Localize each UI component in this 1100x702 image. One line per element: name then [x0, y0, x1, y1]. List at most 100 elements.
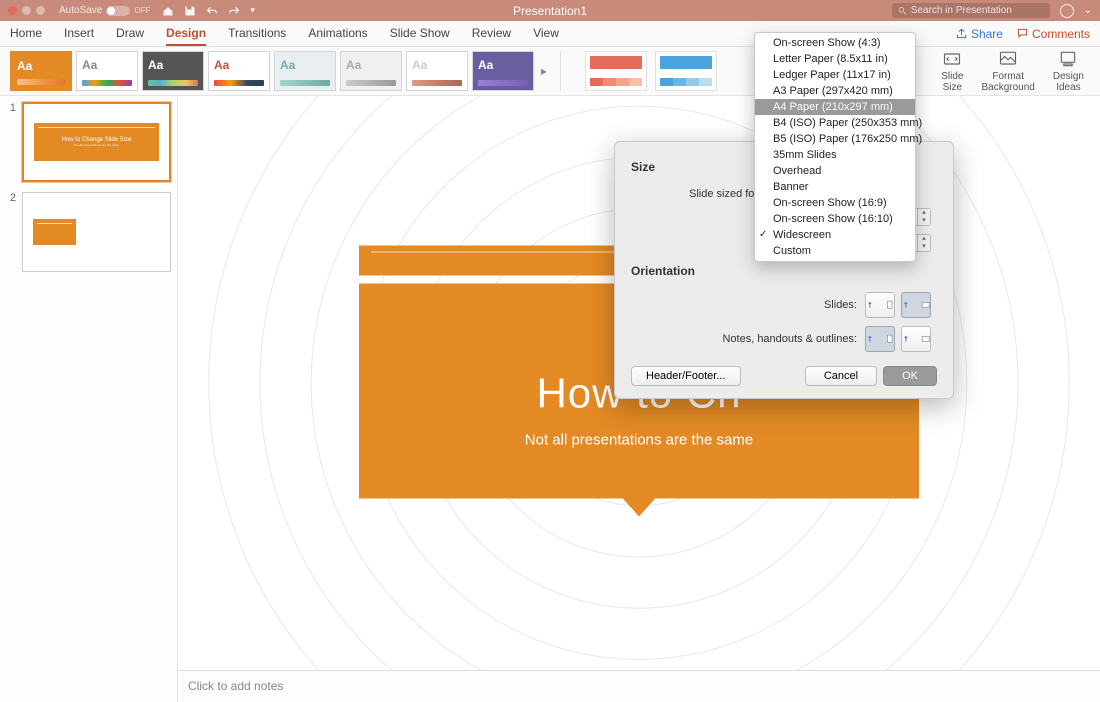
- size-option[interactable]: On-screen Show (16:10): [755, 211, 915, 227]
- tab-slideshow[interactable]: Slide Show: [390, 22, 450, 46]
- tab-home[interactable]: Home: [10, 22, 42, 46]
- arrow-up-icon: [866, 296, 879, 314]
- size-option[interactable]: 35mm Slides: [755, 147, 915, 163]
- account-dropdown-icon[interactable]: ⌄: [1084, 5, 1092, 16]
- mini-slide-content: [33, 219, 76, 245]
- share-label: Share: [971, 27, 1003, 41]
- slides-portrait-button[interactable]: [865, 292, 895, 318]
- save-icon[interactable]: [184, 5, 196, 17]
- notes-landscape-button[interactable]: [901, 326, 931, 352]
- orientation-section-title: Orientation: [631, 264, 937, 278]
- step-up-icon[interactable]: ▴: [918, 235, 930, 243]
- slide-size-label: Slide Size: [941, 71, 963, 93]
- slide-size-button[interactable]: Slide Size: [941, 49, 963, 93]
- titlebar: AutoSave OFF ▾ Presentation1 ⌄: [0, 0, 1100, 21]
- size-option[interactable]: A4 Paper (210x297 mm): [755, 99, 915, 115]
- page-landscape-icon: [917, 330, 930, 348]
- slide-preview[interactable]: [22, 192, 171, 272]
- step-up-icon[interactable]: ▴: [918, 209, 930, 217]
- size-option[interactable]: On-screen Show (16:9): [755, 195, 915, 211]
- ribbon-design: Aa Aa Aa Aa Aa Aa Aa Aa ▸ Slide Size For…: [0, 47, 1100, 96]
- mini-slide-content: How to Change Slide Size Not all present…: [34, 123, 159, 161]
- comment-icon: [1017, 28, 1028, 39]
- theme-thumb-1[interactable]: Aa: [10, 51, 72, 91]
- size-option[interactable]: On-screen Show (4:3): [755, 35, 915, 51]
- size-option[interactable]: Banner: [755, 179, 915, 195]
- size-option[interactable]: Letter Paper (8.5x11 in): [755, 51, 915, 67]
- tab-insert[interactable]: Insert: [64, 22, 94, 46]
- autosave-state: OFF: [134, 6, 150, 15]
- qat-dropdown-icon[interactable]: ▾: [250, 5, 255, 17]
- redo-icon[interactable]: [228, 5, 240, 17]
- theme-thumb-6[interactable]: Aa: [340, 51, 402, 91]
- variant-2[interactable]: [655, 51, 717, 91]
- size-option[interactable]: Custom: [755, 243, 915, 259]
- theme-thumb-7[interactable]: Aa: [406, 51, 468, 91]
- quick-access-toolbar: ▾: [162, 5, 255, 17]
- search-input[interactable]: [911, 5, 1044, 16]
- slide-number: 1: [6, 102, 16, 182]
- slide-size-icon: [942, 49, 962, 69]
- sized-for-label: Slide sized for: [689, 188, 758, 200]
- header-footer-button[interactable]: Header/Footer...: [631, 366, 741, 386]
- step-down-icon[interactable]: ▾: [918, 243, 930, 251]
- arrow-up-icon: [902, 296, 915, 314]
- minimize-window-icon[interactable]: [22, 6, 31, 15]
- divider: [560, 51, 561, 91]
- format-background-label: Format Background: [981, 71, 1034, 93]
- theme-thumb-3[interactable]: Aa: [142, 51, 204, 91]
- maximize-window-icon[interactable]: [36, 6, 45, 15]
- width-stepper[interactable]: ▴▾: [918, 208, 931, 226]
- feedback-icon[interactable]: [1060, 4, 1074, 18]
- theme-thumb-2[interactable]: Aa: [76, 51, 138, 91]
- format-background-button[interactable]: Format Background: [981, 49, 1034, 93]
- ok-button[interactable]: OK: [883, 366, 937, 386]
- tab-review[interactable]: Review: [472, 22, 511, 46]
- size-option[interactable]: A3 Paper (297x420 mm): [755, 83, 915, 99]
- format-background-icon: [998, 49, 1018, 69]
- tab-transitions[interactable]: Transitions: [228, 22, 286, 46]
- size-option[interactable]: B4 (ISO) Paper (250x353 mm): [755, 115, 915, 131]
- design-ideas-button[interactable]: Design Ideas: [1053, 49, 1084, 93]
- slide-number: 2: [6, 192, 16, 272]
- autosave-toggle[interactable]: AutoSave OFF: [59, 5, 150, 16]
- search-box[interactable]: [892, 3, 1050, 18]
- slide-size-dropdown[interactable]: On-screen Show (4:3) Letter Paper (8.5x1…: [754, 32, 916, 262]
- tab-animations[interactable]: Animations: [308, 22, 367, 46]
- cancel-button[interactable]: Cancel: [805, 366, 877, 386]
- size-option[interactable]: Ledger Paper (11x17 in): [755, 67, 915, 83]
- theme-sample-text: Aa: [17, 59, 65, 73]
- themes-more-icon[interactable]: ▸: [538, 51, 550, 91]
- home-icon[interactable]: [162, 5, 174, 17]
- tab-draw[interactable]: Draw: [116, 22, 144, 46]
- step-down-icon[interactable]: ▾: [918, 217, 930, 225]
- close-window-icon[interactable]: [8, 6, 17, 15]
- comments-button[interactable]: Comments: [1017, 27, 1090, 41]
- size-option[interactable]: Widescreen: [755, 227, 915, 243]
- slide-thumb-1[interactable]: 1 How to Change Slide Size Not all prese…: [6, 102, 171, 182]
- tab-design[interactable]: Design: [166, 22, 206, 46]
- notes-pane[interactable]: Click to add notes: [178, 670, 1100, 702]
- slide-panel[interactable]: 1 How to Change Slide Size Not all prese…: [0, 96, 178, 702]
- page-portrait-icon: [881, 296, 894, 314]
- theme-thumb-5[interactable]: Aa: [274, 51, 336, 91]
- slides-landscape-button[interactable]: [901, 292, 931, 318]
- notes-orient-label: Notes, handouts & outlines:: [631, 333, 857, 345]
- arrow-up-icon: [902, 330, 915, 348]
- theme-thumb-4[interactable]: Aa: [208, 51, 270, 91]
- theme-thumb-8[interactable]: Aa: [472, 51, 534, 91]
- size-option[interactable]: B5 (ISO) Paper (176x250 mm): [755, 131, 915, 147]
- slide-thumb-2[interactable]: 2: [6, 192, 171, 272]
- undo-icon[interactable]: [206, 5, 218, 17]
- toggle-icon[interactable]: [106, 6, 130, 16]
- height-stepper[interactable]: ▴▾: [918, 234, 931, 252]
- slide-subtitle[interactable]: Not all presentations are the same: [379, 431, 899, 448]
- share-button[interactable]: Share: [956, 27, 1003, 41]
- variant-1[interactable]: [585, 51, 647, 91]
- window-controls[interactable]: [8, 6, 45, 15]
- tab-view[interactable]: View: [533, 22, 559, 46]
- theme-variants: [585, 51, 717, 91]
- slide-preview[interactable]: How to Change Slide Size Not all present…: [22, 102, 171, 182]
- notes-portrait-button[interactable]: [865, 326, 895, 352]
- size-option[interactable]: Overhead: [755, 163, 915, 179]
